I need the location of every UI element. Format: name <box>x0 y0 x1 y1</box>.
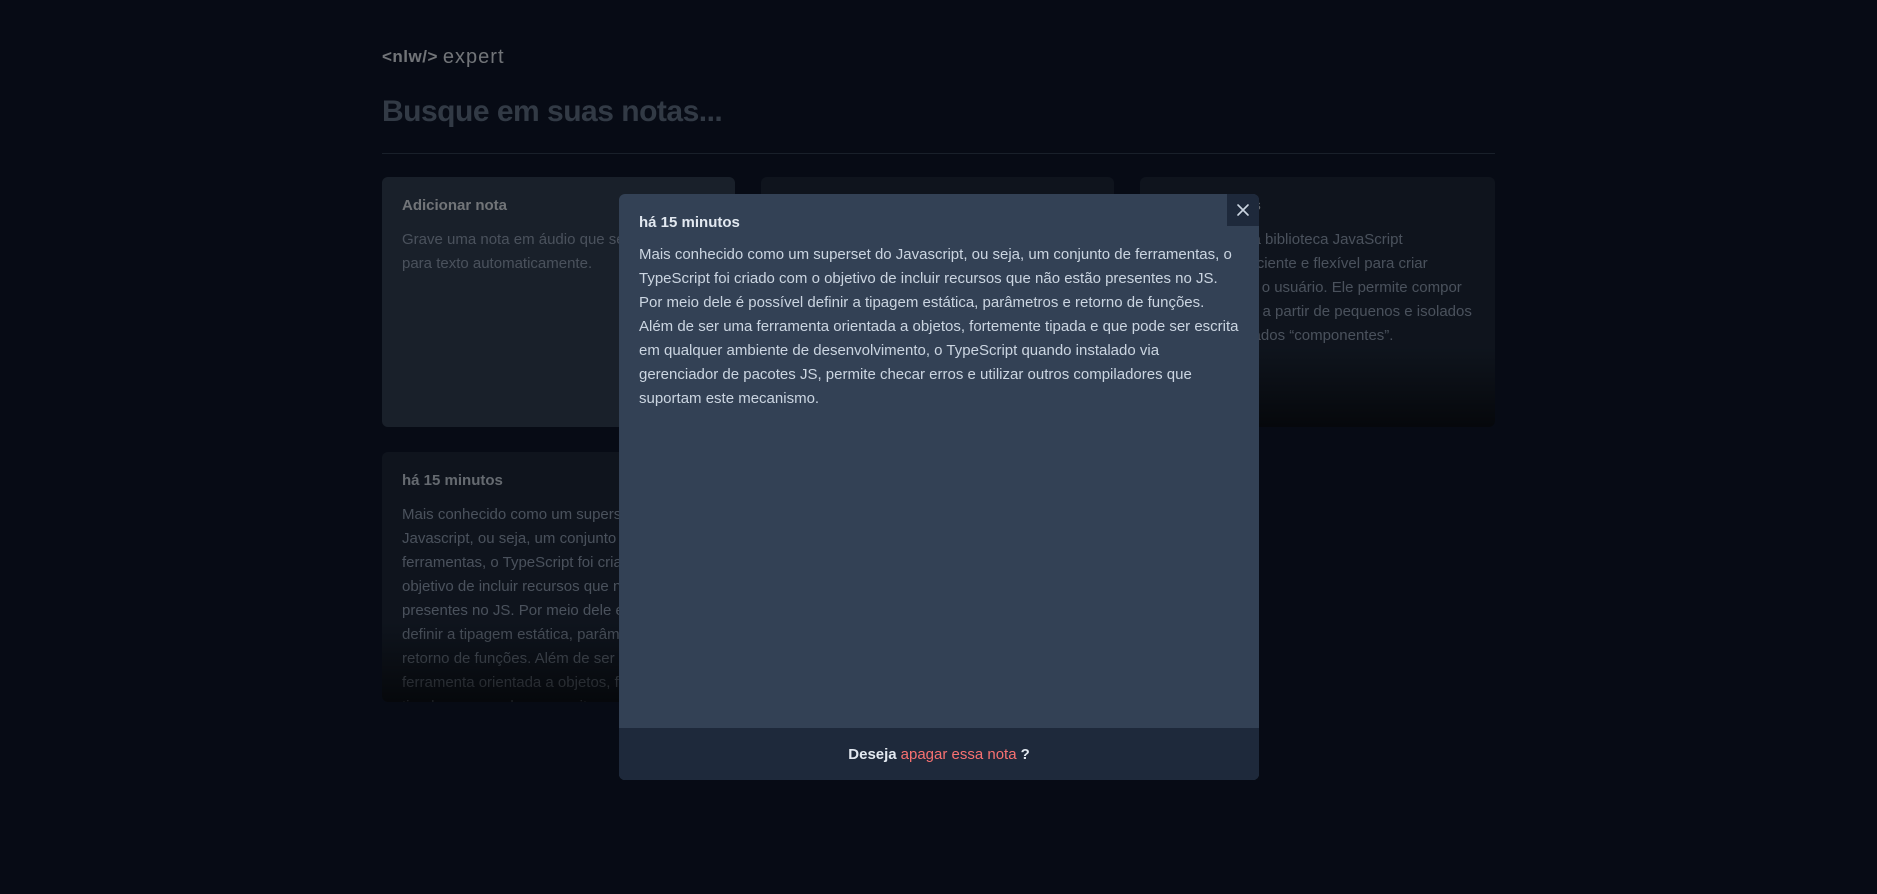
modal-content: Mais conhecido como um superset do Javas… <box>639 246 1239 407</box>
close-button[interactable] <box>1227 194 1259 226</box>
footer-prefix: Deseja <box>848 745 897 763</box>
delete-note-link[interactable]: apagar essa nota <box>901 746 1017 763</box>
note-modal: há 15 minutos Mais conhecido como um sup… <box>619 194 1259 780</box>
modal-date: há 15 minutos <box>639 214 740 231</box>
x-icon <box>1237 204 1249 216</box>
footer-suffix: ? <box>1020 745 1030 763</box>
modal-body: há 15 minutos Mais conhecido como um sup… <box>619 194 1259 431</box>
delete-note-button[interactable]: Deseja apagar essa nota ? <box>619 728 1259 780</box>
